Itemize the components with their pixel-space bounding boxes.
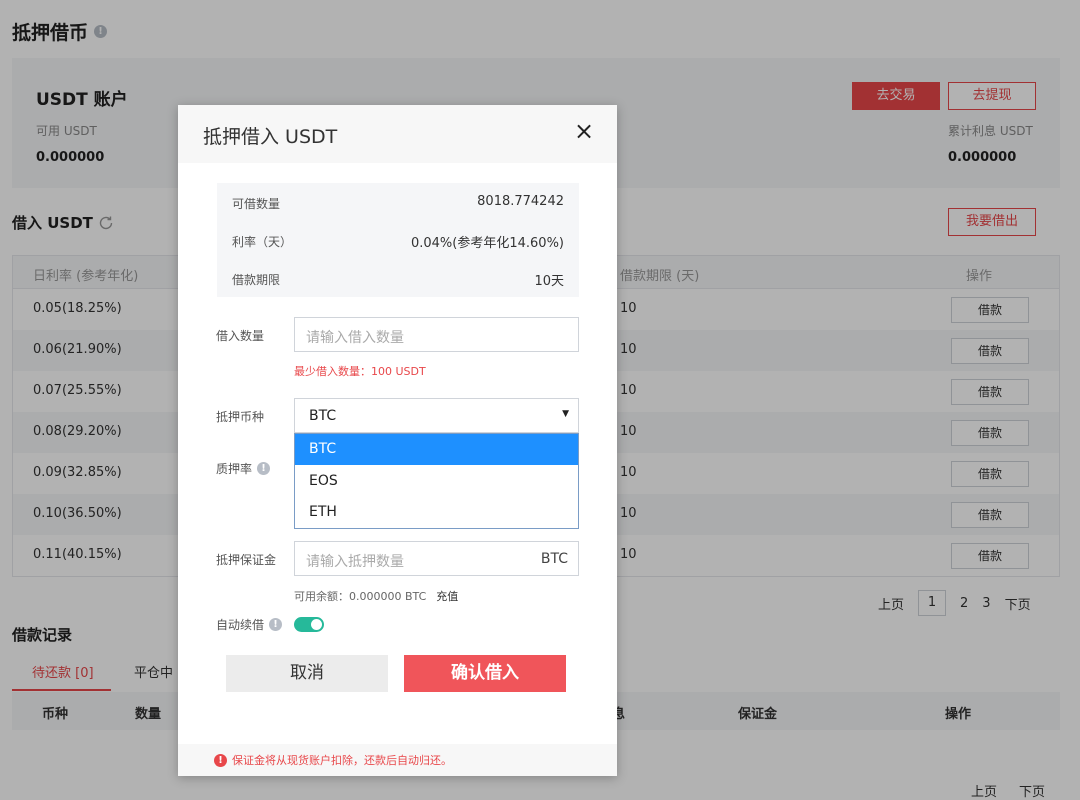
warning-icon: !: [214, 753, 227, 767]
amount-label: 借入数量: [216, 329, 265, 343]
modal-footer: ! 保证金将从现货账户扣除，还款后自动归还。: [178, 744, 617, 776]
margin-amount-input[interactable]: 请输入抵押数量 BTC: [294, 541, 579, 576]
footer-note: ! 保证金将从现货账户扣除，还款后自动归还。: [214, 752, 452, 768]
margin-label: 抵押保证金: [216, 553, 277, 567]
borrowable-value: 8018.774242: [477, 194, 564, 209]
auto-renew-row: 自动续借 !: [216, 616, 283, 633]
amount-placeholder: 请输入借入数量: [306, 330, 404, 346]
chevron-down-icon: ▼: [562, 409, 569, 419]
auto-renew-toggle[interactable]: [294, 617, 324, 632]
collateral-selected-value: BTC: [309, 408, 337, 424]
info-icon[interactable]: !: [269, 618, 283, 631]
option-btc[interactable]: BTC: [295, 434, 578, 465]
collateral-label: 抵押币种: [216, 410, 265, 424]
modal-title: 抵押借入 USDT: [203, 126, 338, 148]
daily-rate-label: 利率（天）: [232, 235, 293, 249]
deposit-link[interactable]: 充值: [436, 588, 458, 604]
option-eos[interactable]: EOS: [295, 466, 578, 497]
pledge-rate-row: 质押率 !: [216, 460, 271, 477]
close-icon[interactable]: ×: [574, 119, 594, 143]
auto-renew-label: 自动续借: [216, 618, 265, 632]
borrowable-label: 可借数量: [232, 197, 281, 211]
cancel-button[interactable]: 取消: [226, 655, 388, 692]
min-amount-hint: 最少借入数量：100 USDT: [294, 365, 426, 378]
margin-unit: BTC: [540, 551, 568, 567]
collateral-select[interactable]: BTC ▼: [294, 398, 579, 433]
term-value: 10天: [534, 274, 564, 289]
term-label: 借款期限: [232, 273, 281, 287]
pledge-rate-label: 质押率: [216, 462, 253, 476]
confirm-borrow-button[interactable]: 确认借入: [404, 655, 566, 692]
footer-note-text: 保证金将从现货账户扣除，还款后自动归还。: [232, 754, 452, 767]
option-eth[interactable]: ETH: [295, 497, 578, 528]
borrow-summary: 可借数量 8018.774242 利率（天） 0.04%(参考年化14.60%)…: [217, 183, 579, 297]
borrow-amount-input[interactable]: 请输入借入数量: [294, 317, 579, 352]
daily-rate-value: 0.04%(参考年化14.60%): [410, 236, 564, 251]
available-balance-row: 可用余额：0.000000 BTC 充值: [294, 588, 458, 604]
margin-placeholder: 请输入抵押数量: [306, 554, 404, 570]
available-balance: 可用余额：0.000000 BTC: [294, 590, 427, 603]
collateral-dropdown: BTC EOS ETH: [294, 433, 579, 529]
info-icon[interactable]: !: [257, 462, 271, 475]
borrow-modal: 抵押借入 USDT × 可借数量 8018.774242 利率（天） 0.04%…: [178, 105, 617, 776]
